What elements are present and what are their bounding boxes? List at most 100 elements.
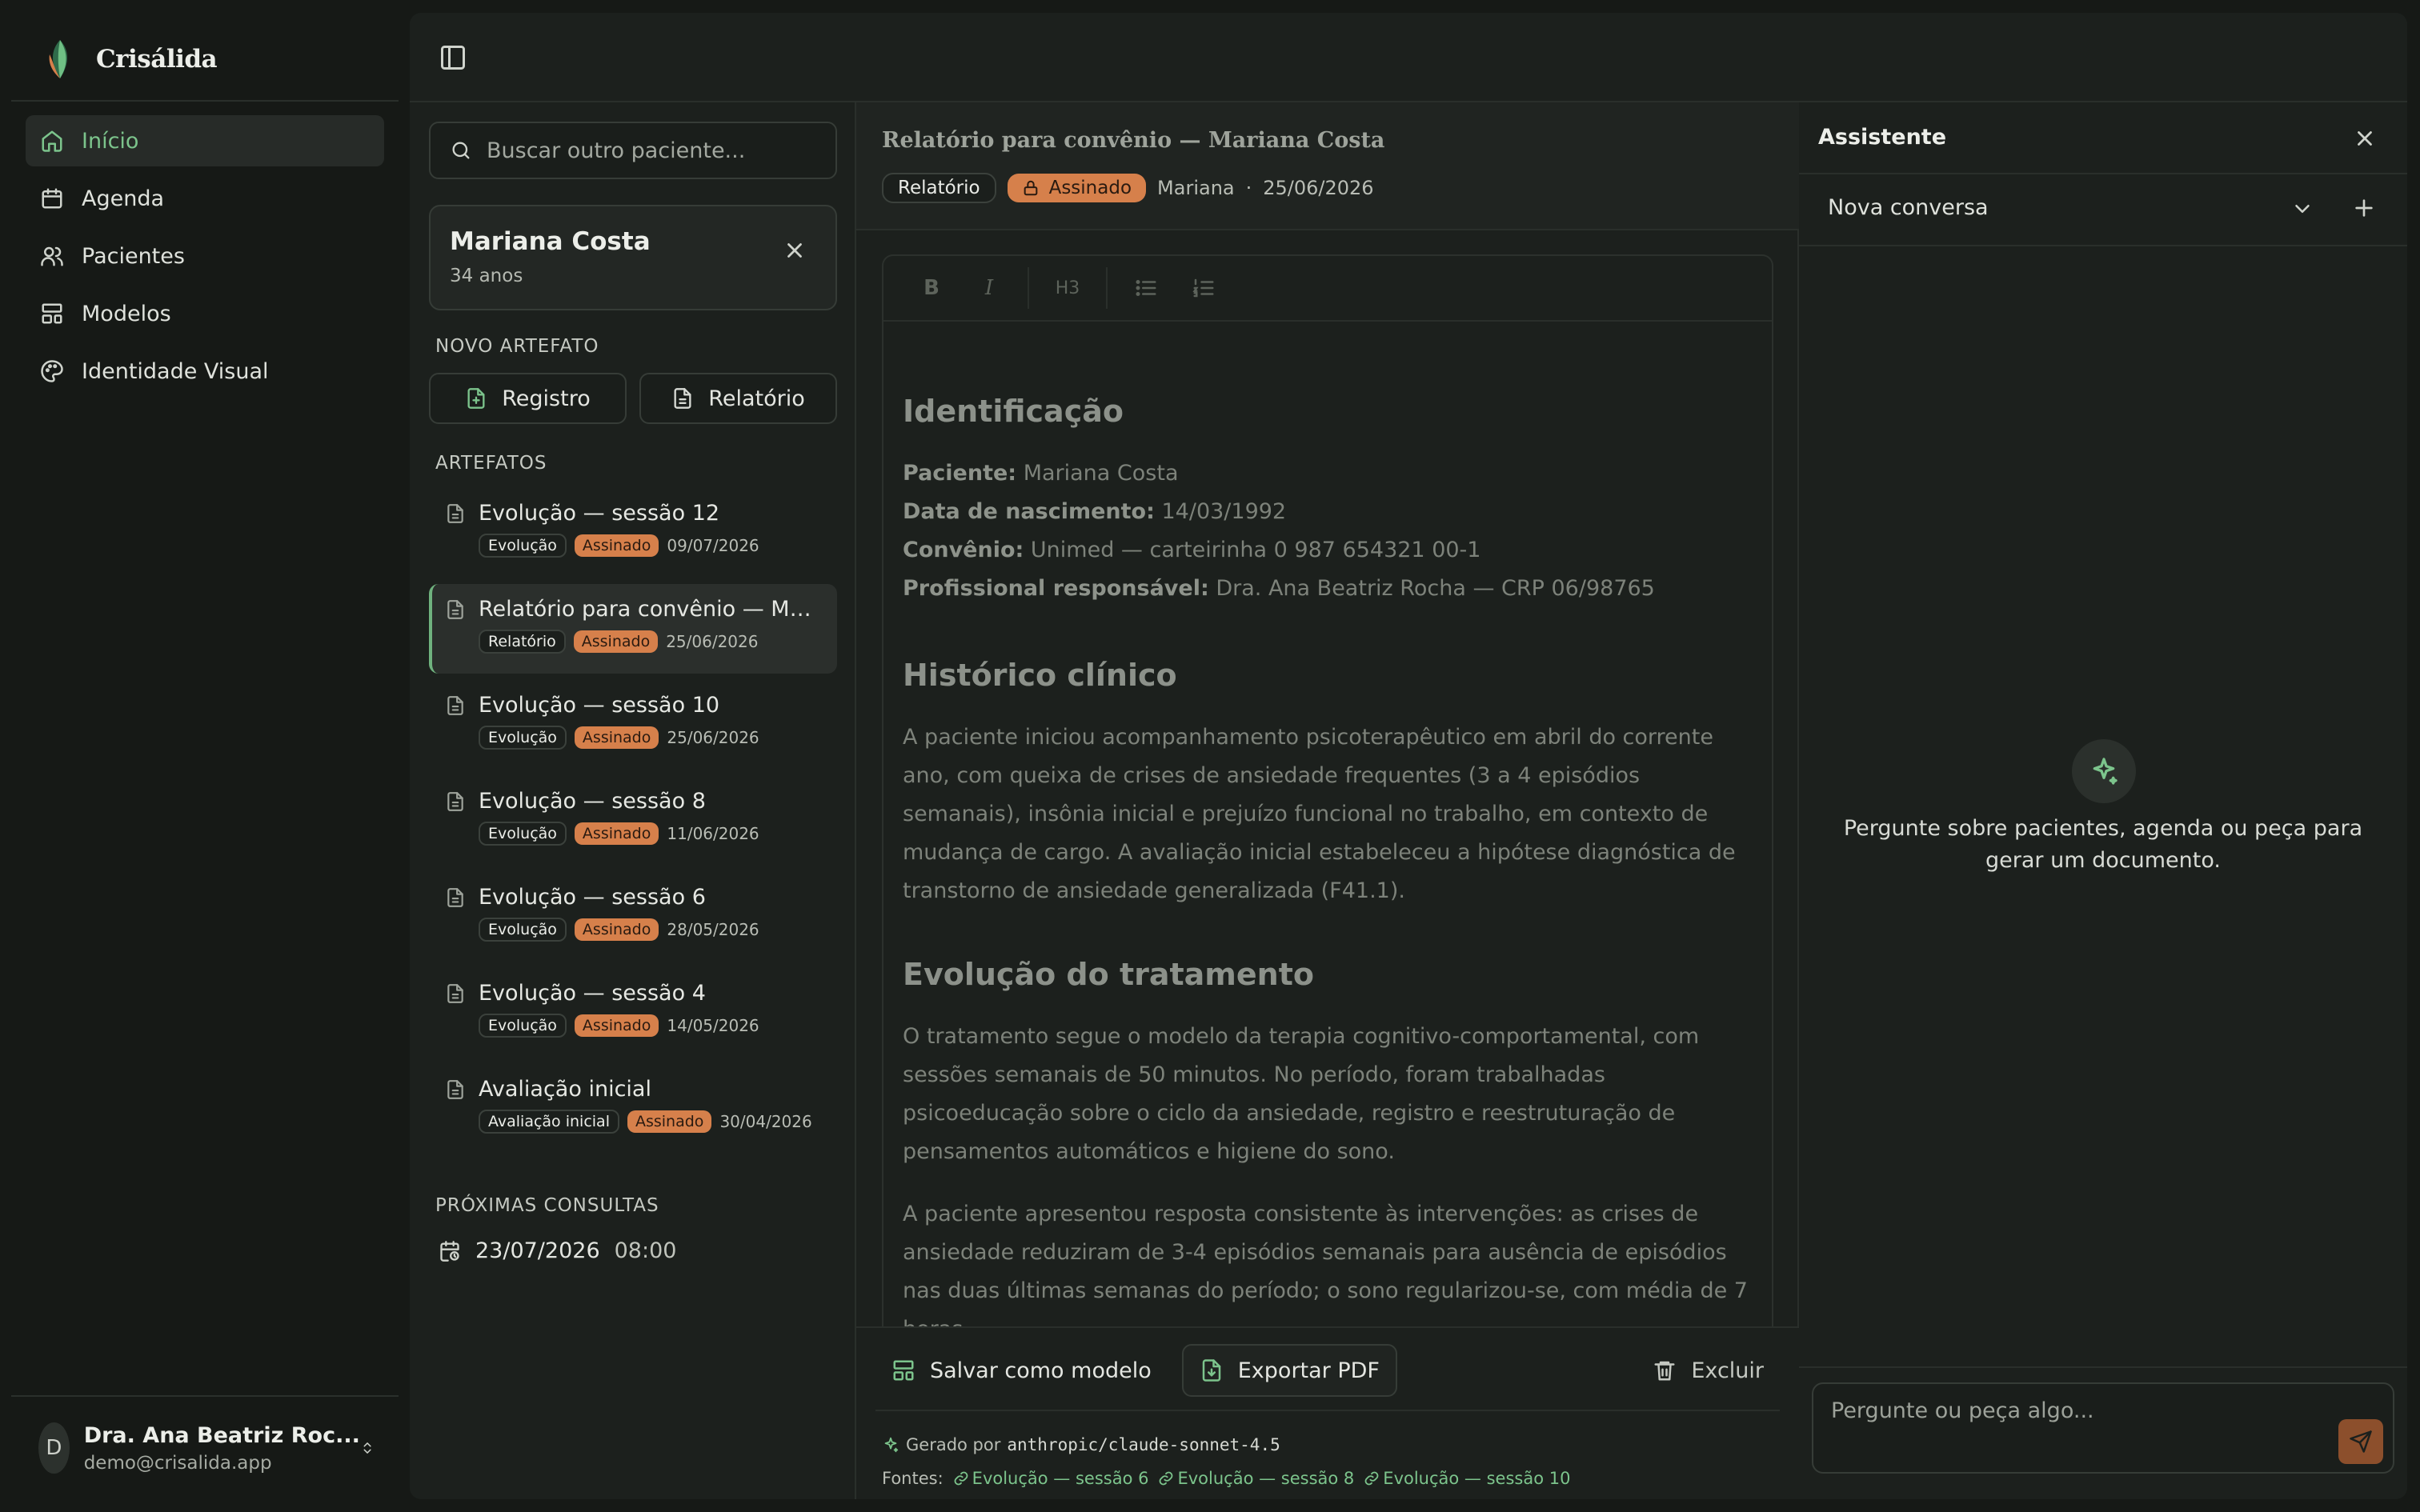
type-badge: Evolução bbox=[479, 726, 567, 750]
divider bbox=[1799, 245, 2407, 246]
user-menu[interactable]: D Dra. Ana Beatriz Roc... demo@crisalida… bbox=[38, 1418, 375, 1478]
chevron-down-icon[interactable] bbox=[2290, 197, 2314, 221]
brand[interactable]: Crisálida bbox=[46, 35, 218, 83]
upcoming-time: 08:00 bbox=[614, 1238, 677, 1263]
divider bbox=[1799, 1366, 2407, 1368]
delete-button[interactable]: Excluir bbox=[1637, 1344, 1780, 1397]
avatar: D bbox=[38, 1422, 70, 1474]
close-icon[interactable] bbox=[2353, 126, 2377, 150]
artifact-item[interactable]: Avaliação inicial Avaliação inicial Assi… bbox=[429, 1064, 837, 1154]
source-link[interactable]: Evolução — sessão 6 bbox=[953, 1469, 1149, 1488]
source-link[interactable]: Evolução — sessão 10 bbox=[1364, 1469, 1570, 1488]
link-icon bbox=[1160, 1471, 1173, 1486]
nav-item-agenda[interactable]: Agenda bbox=[26, 173, 384, 224]
search-icon bbox=[452, 142, 470, 159]
artifact-item[interactable]: Evolução — sessão 12 Evolução Assinado 0… bbox=[429, 488, 837, 578]
artifact-title: Evolução — sessão 6 bbox=[479, 885, 706, 910]
source-label: Evolução — sessão 6 bbox=[972, 1469, 1149, 1488]
empty-state-text: Pergunte sobre pacientes, agenda ou peça… bbox=[1843, 816, 2363, 873]
file-text-icon bbox=[447, 503, 463, 523]
nav-item-identidade-visual[interactable]: Identidade Visual bbox=[26, 346, 384, 397]
artifact-item-active[interactable]: Relatório para convênio — Mari... Relató… bbox=[429, 584, 837, 674]
field-value: Unimed — carteirinha 0 987 654321 00-1 bbox=[1030, 538, 1481, 562]
assistant-title: Assistente bbox=[1818, 125, 1947, 150]
empty-state-icon bbox=[2072, 739, 2136, 803]
patient-name: Mariana Costa bbox=[450, 227, 651, 256]
type-badge: Avaliação inicial bbox=[479, 1110, 619, 1134]
italic-button[interactable]: I bbox=[960, 256, 1018, 321]
field-label: Profissional responsável: bbox=[903, 576, 1209, 601]
file-text-icon bbox=[447, 599, 463, 619]
file-text-icon bbox=[447, 983, 463, 1003]
new-relatorio-button[interactable]: Relatório bbox=[639, 373, 837, 424]
bold-label: B bbox=[924, 276, 940, 300]
artifact-date: 14/05/2026 bbox=[667, 1016, 759, 1035]
heading-label: H3 bbox=[1055, 278, 1080, 298]
new-registro-button[interactable]: Registro bbox=[429, 373, 627, 424]
chevrons-up-down-icon[interactable] bbox=[360, 1434, 375, 1462]
brand-name: Crisálida bbox=[96, 45, 218, 74]
heading-button[interactable]: H3 bbox=[1039, 256, 1096, 321]
field-value: Mariana Costa bbox=[1023, 461, 1179, 486]
document-title: Relatório para convênio — Mariana Costa bbox=[882, 128, 1385, 153]
field-value: Dra. Ana Beatriz Rocha — CRP 06/98765 bbox=[1216, 576, 1655, 601]
nav-label: Pacientes bbox=[82, 243, 185, 269]
source-link[interactable]: Evolução — sessão 8 bbox=[1158, 1469, 1354, 1488]
main-frame: Mariana Costa 34 anos NOVO ARTEFATO Regi… bbox=[410, 13, 2407, 1499]
paragraph: A paciente iniciou acompanhamento psicot… bbox=[903, 725, 1736, 903]
button-label: Registro bbox=[502, 386, 591, 411]
sources-label: Fontes: bbox=[882, 1469, 944, 1488]
artifact-title: Evolução — sessão 8 bbox=[479, 789, 706, 814]
artifact-title: Avaliação inicial bbox=[479, 1077, 651, 1102]
save-template-button[interactable]: Salvar como modelo bbox=[875, 1344, 1168, 1397]
bullet-list-button[interactable] bbox=[1117, 256, 1175, 321]
plus-icon[interactable] bbox=[2351, 195, 2377, 221]
list-ordered-icon bbox=[1192, 278, 1214, 298]
bold-button[interactable]: B bbox=[903, 256, 960, 321]
sparkles-icon bbox=[2093, 758, 2118, 785]
close-icon[interactable] bbox=[783, 238, 807, 262]
conversation-select[interactable]: Nova conversa bbox=[1828, 195, 1989, 220]
assistant-input[interactable] bbox=[1831, 1398, 2311, 1446]
patient-card: Mariana Costa 34 anos bbox=[429, 205, 837, 310]
source-label: Evolução — sessão 8 bbox=[1177, 1469, 1355, 1488]
assistant-input-box bbox=[1812, 1382, 2394, 1474]
file-text-icon bbox=[447, 695, 463, 715]
artifact-item[interactable]: Evolução — sessão 8 Evolução Assinado 11… bbox=[429, 776, 837, 866]
file-plus-icon bbox=[467, 388, 485, 409]
trash-icon bbox=[1654, 1361, 1675, 1381]
lock-icon bbox=[1024, 180, 1037, 196]
send-button[interactable] bbox=[2338, 1419, 2383, 1464]
sparkles-icon bbox=[884, 1437, 899, 1453]
status-badge: Assinado bbox=[574, 726, 659, 749]
document-actions: Salvar como modelo Exportar PDF Excluir bbox=[875, 1344, 1780, 1397]
artifact-title: Evolução — sessão 4 bbox=[479, 981, 706, 1006]
nav-label: Agenda bbox=[82, 186, 165, 211]
artifact-item[interactable]: Evolução — sessão 4 Evolução Assinado 14… bbox=[429, 968, 837, 1058]
editor-content[interactable]: Identificação Paciente: Mariana Costa Da… bbox=[883, 322, 1772, 1349]
patient-search[interactable] bbox=[429, 122, 837, 179]
document-meta: Relatório Assinado Mariana · 25/06/2026 bbox=[882, 173, 1374, 203]
artifact-item[interactable]: Evolução — sessão 10 Evolução Assinado 2… bbox=[429, 680, 837, 770]
document-editor: B I H3 Identificação Paciente: Mariana C… bbox=[882, 254, 1773, 1374]
artifact-item[interactable]: Evolução — sessão 6 Evolução Assinado 28… bbox=[429, 872, 837, 962]
field-label: Convênio: bbox=[903, 538, 1024, 562]
button-label: Salvar como modelo bbox=[930, 1358, 1152, 1383]
nav-item-inicio[interactable]: Início bbox=[26, 115, 384, 166]
patient-panel: Mariana Costa 34 anos NOVO ARTEFATO Regi… bbox=[410, 102, 856, 1499]
generated-label: Gerado por bbox=[906, 1435, 1001, 1454]
italic-label: I bbox=[984, 276, 994, 300]
nav-item-modelos[interactable]: Modelos bbox=[26, 288, 384, 339]
nav-label: Modelos bbox=[82, 301, 171, 326]
nav-item-pacientes[interactable]: Pacientes bbox=[26, 230, 384, 282]
export-pdf-button[interactable]: Exportar PDF bbox=[1181, 1344, 1397, 1397]
divider bbox=[875, 1410, 1780, 1411]
upcoming-appointment[interactable]: 23/07/2026 08:00 bbox=[439, 1238, 676, 1263]
search-input[interactable] bbox=[487, 138, 823, 163]
layout-template-icon bbox=[893, 1360, 914, 1381]
sidebar-toggle-icon[interactable] bbox=[439, 43, 467, 72]
artifact-title: Evolução — sessão 10 bbox=[479, 693, 720, 718]
ordered-list-button[interactable] bbox=[1175, 256, 1232, 321]
type-badge: Relatório bbox=[479, 630, 566, 654]
